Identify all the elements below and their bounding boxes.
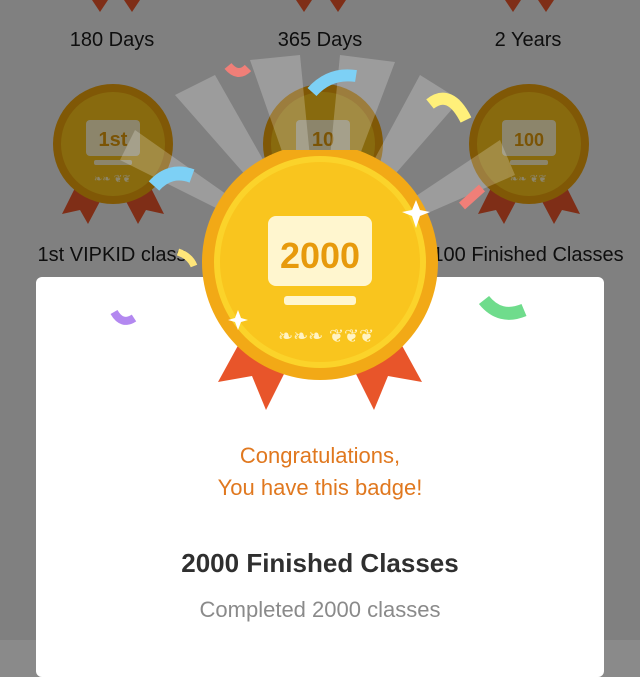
svg-text:2000: 2000 [280, 235, 360, 276]
badge-2000-medal: 2000 ❧❧❧ ❦❦❦ [202, 150, 438, 410]
congrats-line-1: Congratulations, [239, 443, 401, 468]
badge-subtitle: Completed 2000 classes [199, 597, 441, 622]
badge-title: 2000 Finished Classes [181, 548, 459, 578]
congrats-line-2: You have this badge! [217, 475, 423, 500]
laurel-icon: ❧❧❧ ❦❦❦ [278, 326, 374, 347]
congratulations-message: Congratulations, You have this badge! [0, 440, 640, 504]
